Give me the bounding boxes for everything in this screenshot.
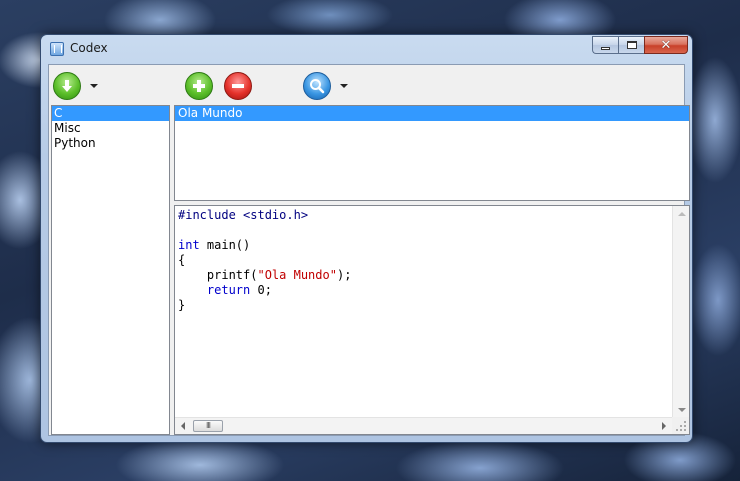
category-item-misc[interactable]: Misc [52, 121, 169, 136]
category-item-python[interactable]: Python [52, 136, 169, 151]
import-download-button[interactable] [53, 72, 81, 100]
toolbar [49, 65, 684, 105]
minimize-icon [601, 46, 610, 50]
caption-buttons: ✕ [592, 36, 688, 54]
search-dropdown-arrow[interactable] [340, 84, 348, 88]
search-button[interactable] [303, 72, 331, 100]
code-editor[interactable]: #include <stdio.h> int main() { printf("… [174, 205, 690, 435]
scroll-up-arrow-icon[interactable] [678, 212, 686, 216]
client-area: C Misc Python Ola Mundo #include <stdio.… [48, 64, 690, 436]
code-line-1: #include <stdio.h> [178, 208, 309, 222]
window-title: Codex [70, 41, 108, 55]
title-bar[interactable]: Codex ✕ [41, 35, 692, 63]
snippet-list[interactable]: Ola Mundo [174, 105, 690, 201]
category-item-c[interactable]: C [52, 106, 169, 121]
codex-window: Codex ✕ C Misc Python Ola Mundo #include… [40, 34, 693, 443]
vertical-scrollbar[interactable] [672, 206, 689, 418]
code-line-7: } [178, 298, 186, 312]
snippet-item-ola-mundo[interactable]: Ola Mundo [175, 106, 689, 121]
horizontal-scrollbar[interactable]: III [175, 417, 672, 434]
close-button[interactable]: ✕ [644, 36, 688, 54]
category-list[interactable]: C Misc Python [51, 105, 170, 435]
scroll-down-arrow-icon[interactable] [678, 408, 686, 412]
code-line-3: int main() [178, 238, 251, 252]
remove-button[interactable] [224, 72, 252, 100]
minimize-button[interactable] [592, 36, 618, 54]
code-line-6: return 0; [206, 283, 272, 297]
import-dropdown-arrow[interactable] [90, 84, 98, 88]
scroll-left-arrow-icon[interactable] [181, 422, 185, 430]
horizontal-scroll-thumb[interactable]: III [193, 420, 223, 432]
add-button[interactable] [185, 72, 213, 100]
notebook-icon [50, 42, 64, 56]
resize-grip-icon[interactable] [672, 417, 689, 434]
down-arrow-icon [62, 80, 72, 92]
minus-icon [232, 84, 244, 88]
maximize-button[interactable] [618, 36, 644, 54]
plus-icon [193, 80, 205, 92]
magnifier-icon [310, 79, 325, 94]
code-text[interactable]: #include <stdio.h> int main() { printf("… [178, 208, 351, 313]
close-icon: ✕ [660, 37, 672, 53]
code-line-5: printf("Ola Mundo"); [178, 268, 352, 282]
maximize-icon [626, 41, 637, 49]
code-line-4: { [178, 253, 186, 267]
scroll-right-arrow-icon[interactable] [662, 422, 666, 430]
